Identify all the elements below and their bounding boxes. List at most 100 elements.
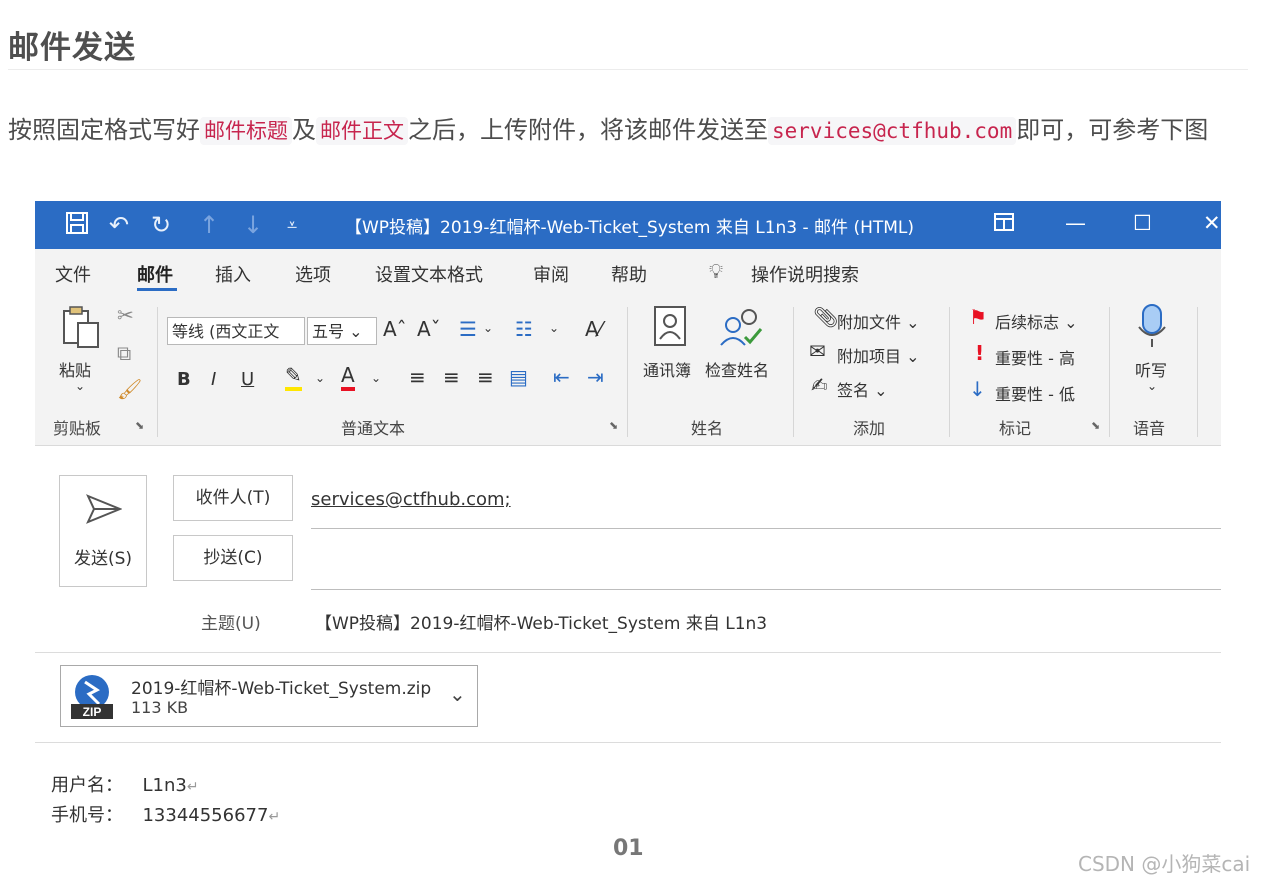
attach-file-label: 附加文件 [837, 313, 902, 332]
customize-icon[interactable]: ⩡ [287, 215, 297, 236]
group-label-basic-text: 普通文本 [341, 419, 406, 438]
ribbon-separator [157, 307, 158, 437]
tell-me-search[interactable]: 操作说明搜索 [751, 261, 859, 287]
attachment-chevron-down-icon[interactable]: ⌄ [449, 682, 466, 706]
font-launcher-icon[interactable]: ⬊ [609, 419, 618, 432]
tags-launcher-icon[interactable]: ⬊ [1091, 419, 1100, 432]
tab-review[interactable]: 审阅 [533, 261, 569, 287]
italic-button[interactable]: I [211, 369, 216, 390]
follow-up-label: 后续标志 [995, 313, 1060, 332]
paragraph-mark-icon: ↵ [268, 809, 281, 825]
bullets-chevron-down-icon[interactable]: ⌄ [483, 321, 493, 335]
paste-button[interactable]: 粘贴 [59, 357, 91, 381]
cc-button[interactable]: 抄送(C) [173, 535, 293, 581]
watermark: CSDN @小狗菜cai [1078, 852, 1251, 876]
tab-help[interactable]: 帮助 [611, 261, 647, 287]
save-icon[interactable] [65, 211, 89, 241]
paste-chevron-down-icon[interactable]: ⌄ [75, 379, 85, 393]
grow-font-icon[interactable]: Aˆ [383, 317, 407, 341]
send-button[interactable]: 发送(S) [59, 475, 147, 587]
high-importance-button[interactable]: 重要性 - 高 [995, 345, 1075, 369]
address-book-icon[interactable] [653, 305, 687, 355]
redo-icon[interactable]: ↻ [151, 211, 171, 239]
cc-field-underline [311, 589, 1221, 590]
attachment-card[interactable]: ZIP 2019-红帽杯-Web-Ticket_System.zip 113 K… [60, 665, 478, 727]
outlook-compose-window: ↶ ↻ ↑ ↓ ⩡ 【WP投稿】2019-红帽杯-Web-Ticket_Syst… [35, 201, 1221, 833]
microphone-icon[interactable] [1137, 303, 1167, 357]
dictate-chevron-down-icon[interactable]: ⌄ [1147, 379, 1157, 393]
down-arrow-icon[interactable]: ↓ [243, 211, 263, 239]
underline-button[interactable]: U [241, 369, 254, 390]
tab-format-text[interactable]: 设置文本格式 [375, 261, 483, 287]
header-divider [35, 652, 1221, 653]
format-painter-icon[interactable]: 🖌︎ [117, 377, 142, 401]
align-center-icon[interactable]: ≡ [443, 365, 460, 389]
highlight-chevron-down-icon[interactable]: ⌄ [315, 371, 325, 385]
decrease-indent-icon[interactable]: ⇤ [553, 365, 570, 389]
code-email-address: services@ctfhub.com [768, 117, 1017, 145]
close-icon[interactable]: ✕ [1203, 211, 1221, 235]
signature-button[interactable]: 签名 ⌄ [837, 377, 888, 401]
to-button[interactable]: 收件人(T) [173, 475, 293, 521]
ribbon-separator [1109, 307, 1110, 437]
to-field-underline [311, 528, 1221, 529]
align-right-icon[interactable]: ≡ [477, 365, 494, 389]
clear-formatting-icon[interactable]: A⁄ [585, 317, 602, 341]
paragraph-mark-icon: ↵ [186, 779, 199, 795]
undo-icon[interactable]: ↶ [109, 211, 129, 239]
font-color-chevron-down-icon[interactable]: ⌄ [371, 371, 381, 385]
signature-icon: ✍ [811, 373, 828, 397]
paste-icon[interactable] [61, 305, 101, 357]
bold-button[interactable]: B [177, 369, 191, 390]
check-names-button[interactable]: 检查姓名 [705, 357, 769, 381]
highlight-icon[interactable]: ✎ [285, 363, 302, 391]
figure-caption: 01 [613, 836, 644, 861]
follow-up-button[interactable]: 后续标志 ⌄ [995, 309, 1078, 333]
align-left-icon[interactable]: ≡ [409, 365, 426, 389]
numbering-icon[interactable]: ☷ [515, 317, 533, 341]
up-arrow-icon[interactable]: ↑ [199, 211, 219, 239]
para-text-1: 按照固定格式写好 [8, 116, 200, 144]
para-text-3: 之后，上传附件，将该邮件发送至 [408, 116, 768, 144]
body-line-username[interactable]: 用户名： L1n3↵ [51, 771, 199, 797]
active-tab-indicator [137, 288, 177, 291]
body-phone-value: 13344556677 [142, 805, 269, 826]
check-names-icon[interactable] [719, 305, 763, 357]
to-field[interactable]: services@ctfhub.com; [311, 489, 511, 510]
group-label-include: 添加 [853, 419, 886, 438]
tab-mail[interactable]: 邮件 [137, 261, 173, 287]
tab-file[interactable]: 文件 [55, 261, 91, 287]
attach-file-button[interactable]: 附加文件 ⌄ [837, 309, 920, 333]
attach-item-button[interactable]: 附加项目 ⌄ [837, 343, 920, 367]
increase-indent-icon[interactable]: ⇥ [587, 365, 604, 389]
justify-icon[interactable]: ▤ [509, 365, 528, 389]
para-text-2: 及 [292, 116, 316, 144]
attachment-size: 113 KB [131, 698, 189, 717]
restore-ribbon-icon[interactable] [993, 211, 1015, 238]
code-mail-body: 邮件正文 [316, 117, 408, 145]
shrink-font-icon[interactable]: Aˇ [417, 317, 441, 341]
font-color-icon[interactable]: A [341, 363, 355, 391]
dictate-button[interactable]: 听写 [1135, 357, 1167, 381]
body-line-phone[interactable]: 手机号： 13344556677↵ [51, 801, 280, 827]
tab-insert[interactable]: 插入 [215, 261, 251, 287]
copy-icon[interactable]: ⧉ [117, 341, 131, 365]
bullets-icon[interactable]: ☰ [459, 317, 477, 341]
cut-icon[interactable]: ✂ [117, 303, 134, 327]
ribbon-separator [1197, 307, 1198, 437]
paperclip-icon: 📎︎ [813, 305, 839, 329]
address-book-button[interactable]: 通讯簿 [643, 357, 691, 381]
font-name-select[interactable]: 等线 (西文正文 [167, 317, 305, 345]
window-title: 【WP投稿】2019-红帽杯-Web-Ticket_System 来自 L1n3… [345, 218, 915, 238]
tab-options[interactable]: 选项 [295, 261, 331, 287]
clipboard-launcher-icon[interactable]: ⬊ [135, 419, 144, 432]
minimize-icon[interactable]: — [1065, 211, 1086, 235]
subject-field[interactable]: 【WP投稿】2019-红帽杯-Web-Ticket_System 来自 L1n3 [315, 609, 767, 634]
maximize-icon[interactable]: ☐ [1133, 211, 1152, 235]
ribbon: 粘贴 ⌄ ✂ ⧉ 🖌︎ 剪贴板 ⬊ 等线 (西文正文 五号 ⌄ Aˆ Aˇ ☰ … [35, 295, 1221, 446]
zip-file-icon: ZIP [69, 674, 115, 720]
font-size-select[interactable]: 五号 ⌄ [307, 317, 377, 345]
title-bar: ↶ ↻ ↑ ↓ ⩡ 【WP投稿】2019-红帽杯-Web-Ticket_Syst… [35, 201, 1221, 249]
numbering-chevron-down-icon[interactable]: ⌄ [549, 321, 559, 335]
low-importance-button[interactable]: 重要性 - 低 [995, 381, 1075, 405]
